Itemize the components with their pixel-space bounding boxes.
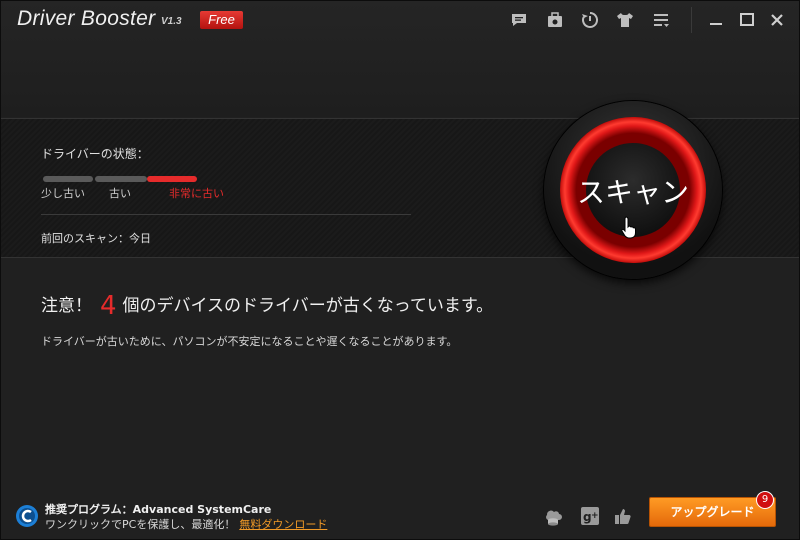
menu-icon[interactable]	[652, 11, 670, 29]
skin-icon[interactable]	[616, 11, 634, 29]
warning-prefix: 注意！	[41, 296, 92, 316]
feedback-icon[interactable]	[510, 11, 528, 29]
status-bar-old	[95, 176, 147, 182]
last-scan-text: 前回のスキャン：今日	[41, 232, 151, 245]
status-level-slightly-old: 少し古い	[41, 187, 85, 200]
status-bar-slightly-old	[43, 176, 93, 182]
minimize-icon[interactable]	[707, 11, 725, 29]
status-level-very-old: 非常に古い	[169, 187, 224, 200]
free-badge: Free	[200, 11, 243, 29]
outdated-warning: 注意！ 4 個のデバイスのドライバーが古くなっています。	[41, 291, 493, 321]
status-level-old: 古い	[109, 187, 131, 200]
restore-icon[interactable]	[581, 11, 599, 29]
hand-cursor-icon	[620, 215, 640, 239]
driver-status-label: ドライバーの状態：	[41, 147, 149, 161]
outdated-count: 4	[100, 291, 117, 321]
maximize-icon[interactable]	[738, 11, 756, 29]
advanced-systemcare-logo	[15, 504, 39, 528]
title-bar: Driver Booster V1.3 Free	[1, 1, 799, 117]
status-divider	[41, 214, 411, 215]
recommend-title: 推奨プログラム：Advanced SystemCare	[45, 503, 272, 516]
svg-text:+: +	[591, 511, 599, 521]
cloud-database-icon[interactable]	[543, 506, 563, 526]
app-window: Driver Booster V1.3 Free ドライバーの状態： 少し古い …	[0, 0, 800, 540]
warning-description: ドライバーが古いために、パソコンが不安定になることや遅くなることがあります。	[41, 335, 458, 348]
warning-suffix: 個のデバイスのドライバーが古くなっています。	[122, 296, 494, 316]
free-download-link[interactable]: 無料ダウンロード	[239, 518, 327, 531]
google-plus-icon[interactable]: g +	[580, 506, 600, 526]
thumbs-up-icon[interactable]	[613, 506, 633, 526]
scan-button-label: スキャン	[576, 176, 689, 209]
status-bar-very-old	[147, 176, 197, 182]
toolbar-separator	[691, 7, 692, 33]
app-version: V1.3	[161, 16, 182, 27]
close-icon[interactable]	[768, 11, 786, 29]
scan-button-bezel: スキャン	[544, 101, 722, 279]
scan-button[interactable]: スキャン	[560, 117, 706, 263]
toolbox-icon[interactable]	[546, 11, 564, 29]
recommend-desc-text: ワンクリックでPCを保護し、最適化！	[45, 518, 236, 531]
recommend-description: ワンクリックでPCを保護し、最適化！ 無料ダウンロード	[45, 516, 327, 532]
upgrade-notification-badge: 9	[756, 491, 774, 509]
app-title: Driver Booster	[17, 7, 156, 30]
